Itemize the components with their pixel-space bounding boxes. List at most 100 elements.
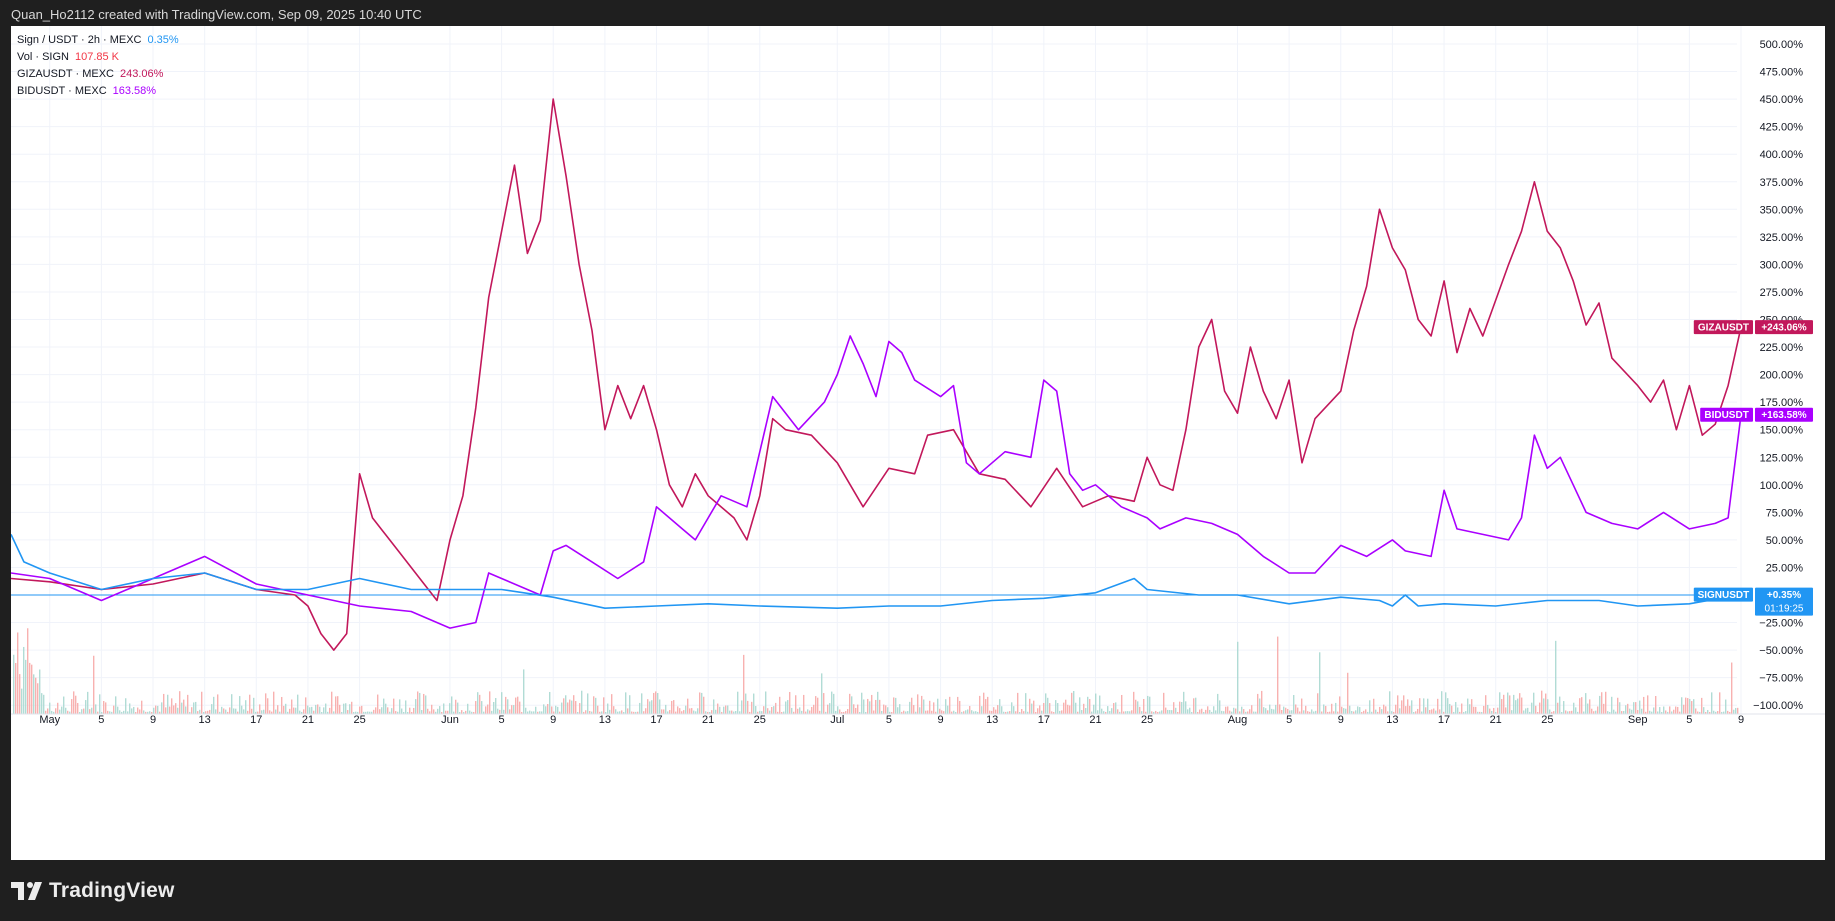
volume-bar bbox=[1249, 709, 1251, 714]
legend-row-volume[interactable]: Vol · SIGN 107.85 K bbox=[17, 49, 179, 66]
volume-bar bbox=[1075, 702, 1077, 714]
volume-bar bbox=[1707, 709, 1709, 714]
volume-bar bbox=[1263, 707, 1265, 714]
volume-bar bbox=[85, 700, 87, 714]
volume-bar bbox=[307, 705, 309, 714]
volume-bar bbox=[467, 703, 469, 714]
volume-bar bbox=[1199, 709, 1201, 714]
volume-bar bbox=[1543, 698, 1545, 714]
volume-bar bbox=[1665, 710, 1667, 714]
volume-bar bbox=[191, 707, 193, 714]
volume-bar bbox=[1605, 691, 1607, 714]
volume-bar bbox=[703, 696, 705, 714]
legend-row-bid[interactable]: BIDUSDT · MEXC 163.58% bbox=[17, 83, 179, 100]
volume-bar bbox=[1711, 692, 1713, 714]
volume-bar bbox=[1093, 704, 1095, 714]
volume-bar bbox=[1217, 693, 1219, 714]
volume-bar bbox=[507, 699, 509, 714]
y-tick-label: 475.00% bbox=[1760, 67, 1804, 79]
chart-svg[interactable]: −100.00% −75.00% −50.00% −25.00% 25.00% 50.00… bbox=[11, 26, 1825, 860]
series-line-signusdt[interactable] bbox=[11, 534, 1742, 609]
volume-bar bbox=[867, 698, 869, 714]
tradingview-logo[interactable]: TradingView bbox=[11, 876, 175, 906]
x-tick-label: 25 bbox=[1541, 714, 1553, 726]
volume-bar bbox=[1227, 706, 1229, 714]
volume-bar bbox=[35, 677, 37, 714]
volume-bar bbox=[275, 709, 277, 714]
volume-bar bbox=[743, 654, 745, 714]
volume-bar bbox=[61, 706, 63, 714]
volume-bar bbox=[1067, 704, 1069, 714]
volume-bar bbox=[765, 691, 767, 714]
volume-bar bbox=[1039, 705, 1041, 714]
volume-bar bbox=[1055, 700, 1057, 714]
volume-bar bbox=[1433, 708, 1435, 714]
volume-bar bbox=[1281, 710, 1283, 714]
volume-bar bbox=[129, 703, 131, 714]
volume-bar bbox=[195, 701, 197, 714]
volume-bar bbox=[71, 699, 73, 714]
volume-bar bbox=[1063, 702, 1065, 714]
volume-bar bbox=[133, 706, 135, 714]
volume-bar bbox=[509, 709, 511, 714]
volume-bar bbox=[1207, 706, 1209, 714]
x-tick-label: 9 bbox=[937, 714, 943, 726]
marker-name-label: SIGNUSDT bbox=[1698, 590, 1750, 601]
volume-bar bbox=[1269, 704, 1271, 714]
volume-bar bbox=[927, 710, 929, 714]
series-line-bidusdt[interactable] bbox=[11, 335, 1742, 629]
volume-bar bbox=[627, 708, 629, 714]
volume-bar bbox=[423, 693, 425, 714]
volume-bar bbox=[13, 654, 15, 714]
volume-bar bbox=[299, 710, 301, 714]
last-value-marker-gizausdt[interactable]: GIZAUSDT +243.06% bbox=[1693, 320, 1813, 335]
volume-bar bbox=[1663, 706, 1665, 714]
volume-bar bbox=[1121, 694, 1123, 714]
volume-bar bbox=[185, 706, 187, 714]
legend-row-giza[interactable]: GIZAUSDT · MEXC 243.06% bbox=[17, 66, 179, 83]
volume-bar bbox=[771, 707, 773, 714]
chart-area[interactable]: −100.00% −75.00% −50.00% −25.00% 25.00% 50.00… bbox=[11, 26, 1825, 860]
last-value-marker-signusdt[interactable]: SIGNUSDT +0.35% 01:19:25 bbox=[1693, 587, 1813, 616]
volume-bar bbox=[879, 699, 881, 714]
legend-value: 107.85 K bbox=[74, 51, 120, 63]
volume-bar bbox=[309, 707, 311, 714]
volume-bar bbox=[649, 701, 651, 714]
volume-bar bbox=[979, 695, 981, 714]
y-tick-label: 300.00% bbox=[1760, 259, 1804, 271]
volume-bar bbox=[1405, 706, 1407, 714]
volume-bar bbox=[177, 707, 179, 714]
volume-bar bbox=[469, 710, 471, 714]
volume-bar bbox=[1545, 693, 1547, 714]
volume-bar bbox=[243, 709, 245, 714]
volume-bar bbox=[385, 703, 387, 714]
volume-bar bbox=[495, 698, 497, 714]
volume-bar bbox=[1267, 710, 1269, 714]
last-value-marker-bidusdt[interactable]: BIDUSDT +163.58% bbox=[1700, 407, 1813, 422]
volume-bar bbox=[679, 708, 681, 714]
volume-bar bbox=[1487, 704, 1489, 714]
volume-bar bbox=[335, 696, 337, 714]
legend-row-sign[interactable]: Sign / USDT · 2h · MEXC 0.35% bbox=[17, 32, 179, 49]
volume-bar bbox=[1425, 707, 1427, 714]
volume-bar bbox=[383, 698, 385, 714]
volume-bar bbox=[415, 699, 417, 714]
volume-bar bbox=[1685, 697, 1687, 714]
volume-bar bbox=[91, 707, 93, 714]
volume-bar bbox=[1451, 705, 1453, 714]
volume-bar bbox=[769, 710, 771, 714]
y-tick-label: 125.00% bbox=[1760, 452, 1804, 464]
volume-bar bbox=[373, 709, 375, 714]
volume-bar bbox=[65, 707, 67, 714]
volume-bar bbox=[1601, 692, 1603, 714]
volume-bar bbox=[1107, 706, 1109, 714]
x-tick-label: 21 bbox=[702, 714, 714, 726]
volume-bar bbox=[1531, 702, 1533, 714]
volume-bar bbox=[1611, 696, 1613, 714]
volume-bar bbox=[1445, 692, 1447, 714]
volume-bar bbox=[1025, 693, 1027, 714]
volume-bar bbox=[593, 696, 595, 714]
volume-bar bbox=[1293, 695, 1295, 714]
volume-bar bbox=[1355, 710, 1357, 714]
volume-bar bbox=[49, 702, 51, 714]
